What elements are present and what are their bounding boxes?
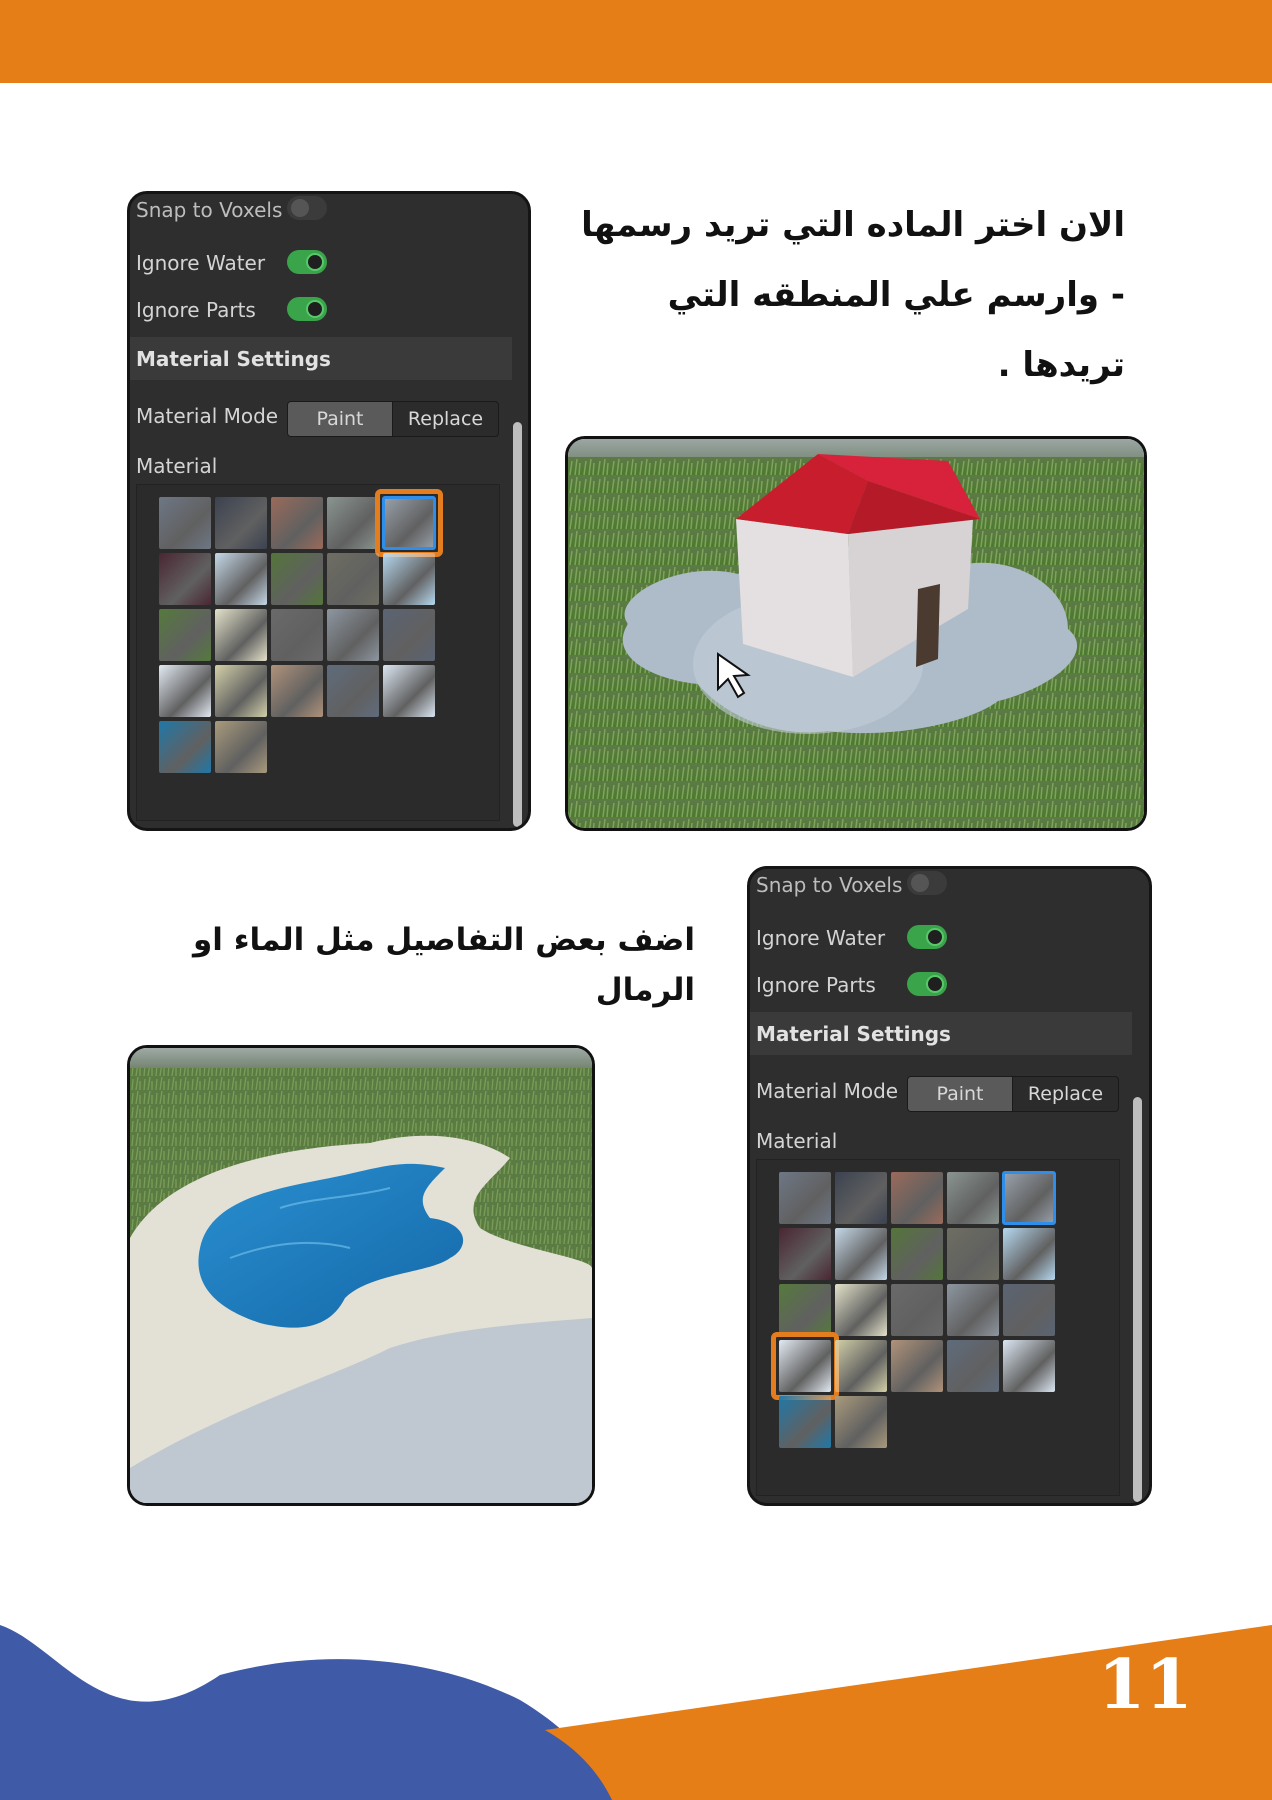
material-mode-selector: Paint Replace xyxy=(907,1076,1119,1112)
replace-mode-button[interactable]: Replace xyxy=(393,402,498,436)
selected-material-highlight xyxy=(375,489,443,557)
material-swatch-water[interactable] xyxy=(779,1396,831,1448)
material-mode-label: Material Mode xyxy=(756,1079,899,1103)
snap-to-voxels-label: Snap to Voxels xyxy=(136,198,283,222)
material-grid xyxy=(756,1159,1120,1496)
material-grid xyxy=(136,484,500,821)
material-swatch-pavement[interactable] xyxy=(947,1284,999,1336)
material-swatch-ground[interactable] xyxy=(947,1228,999,1280)
material-swatch-limestone[interactable] xyxy=(215,609,267,661)
snap-to-voxels-label: Snap to Voxels xyxy=(756,873,903,897)
ignore-water-toggle[interactable] xyxy=(907,925,947,949)
header-bar xyxy=(0,0,1272,83)
ignore-parts-label: Ignore Parts xyxy=(756,973,876,997)
material-swatch-slate[interactable] xyxy=(947,1340,999,1392)
material-settings-header[interactable]: Material Settings xyxy=(130,337,512,380)
material-swatch-mud[interactable] xyxy=(891,1284,943,1336)
material-swatch-pavement[interactable] xyxy=(327,609,379,661)
instruction-top: الان اختر الماده التي تريد رسمها - وارسم… xyxy=(581,205,1125,385)
material-swatch-sand[interactable] xyxy=(835,1340,887,1392)
material-swatch-wood-planks[interactable] xyxy=(835,1396,887,1448)
selected-material-highlight xyxy=(771,1332,839,1400)
material-settings-title: Material Settings xyxy=(756,1022,951,1046)
material-swatch-cracked-lava[interactable] xyxy=(159,553,211,605)
material-swatch-salt[interactable] xyxy=(159,665,211,717)
ignore-parts-label: Ignore Parts xyxy=(136,298,256,322)
house-terrain-screenshot xyxy=(565,436,1147,831)
material-swatch-brick[interactable] xyxy=(891,1172,943,1224)
material-swatch-sandstone[interactable] xyxy=(271,665,323,717)
footer-decoration xyxy=(0,1625,1272,1800)
ignore-water-label: Ignore Water xyxy=(136,251,266,275)
material-settings-title: Material Settings xyxy=(136,347,331,371)
material-swatch-basalt[interactable] xyxy=(835,1172,887,1224)
material-swatch-cracked-lava[interactable] xyxy=(779,1228,831,1280)
ignore-parts-toggle[interactable] xyxy=(907,972,947,996)
material-swatch-leafy-grass[interactable] xyxy=(779,1284,831,1336)
material-swatch-leafy-grass[interactable] xyxy=(159,609,211,661)
material-swatch-snow[interactable] xyxy=(1003,1340,1055,1392)
snap-to-voxels-toggle[interactable] xyxy=(907,871,947,895)
material-panel-top: Snap to Voxels Ignore Water Ignore Parts… xyxy=(127,191,531,831)
material-swatch-limestone[interactable] xyxy=(835,1284,887,1336)
material-panel-bottom: Snap to Voxels Ignore Water Ignore Parts… xyxy=(747,866,1152,1506)
material-swatch-wood-planks[interactable] xyxy=(215,721,267,773)
material-swatch-snow[interactable] xyxy=(383,665,435,717)
material-swatch-grass[interactable] xyxy=(891,1228,943,1280)
panel-scrollbar[interactable] xyxy=(513,422,522,827)
instruction-bottom: اضف بعض التفاصيل مثل الماء او الرمال xyxy=(193,922,695,1008)
material-swatch-brick[interactable] xyxy=(271,497,323,549)
material-swatch-asphalt[interactable] xyxy=(159,497,211,549)
material-mode-selector: Paint Replace xyxy=(287,401,499,437)
material-swatch-concrete[interactable] xyxy=(1002,1171,1056,1225)
material-swatch-rock[interactable] xyxy=(383,609,435,661)
material-swatch-asphalt[interactable] xyxy=(779,1172,831,1224)
paint-mode-button[interactable]: Paint xyxy=(908,1077,1013,1111)
material-swatch-cobblestone[interactable] xyxy=(947,1172,999,1224)
paint-mode-button[interactable]: Paint xyxy=(288,402,393,436)
material-swatch-rock[interactable] xyxy=(1003,1284,1055,1336)
material-swatch-sandstone[interactable] xyxy=(891,1340,943,1392)
ignore-parts-toggle[interactable] xyxy=(287,297,327,321)
material-swatch-glacier[interactable] xyxy=(215,553,267,605)
material-swatch-cobblestone[interactable] xyxy=(327,497,379,549)
material-label: Material xyxy=(756,1129,838,1153)
material-swatch-sand[interactable] xyxy=(215,665,267,717)
ignore-water-label: Ignore Water xyxy=(756,926,886,950)
material-swatch-ground[interactable] xyxy=(327,553,379,605)
replace-mode-button[interactable]: Replace xyxy=(1013,1077,1118,1111)
pond-terrain-screenshot xyxy=(127,1045,595,1506)
material-swatch-mud[interactable] xyxy=(271,609,323,661)
material-swatch-basalt[interactable] xyxy=(215,497,267,549)
material-swatch-ice[interactable] xyxy=(1003,1228,1055,1280)
material-swatch-grass[interactable] xyxy=(271,553,323,605)
material-label: Material xyxy=(136,454,218,478)
material-swatch-slate[interactable] xyxy=(327,665,379,717)
ignore-water-toggle[interactable] xyxy=(287,250,327,274)
material-settings-header[interactable]: Material Settings xyxy=(750,1012,1132,1055)
material-swatch-water[interactable] xyxy=(159,721,211,773)
material-mode-label: Material Mode xyxy=(136,404,279,428)
material-swatch-ice[interactable] xyxy=(383,553,435,605)
panel-scrollbar[interactable] xyxy=(1133,1097,1142,1502)
material-swatch-glacier[interactable] xyxy=(835,1228,887,1280)
page-number: 11 xyxy=(1098,1645,1193,1725)
snap-to-voxels-toggle[interactable] xyxy=(287,196,327,220)
